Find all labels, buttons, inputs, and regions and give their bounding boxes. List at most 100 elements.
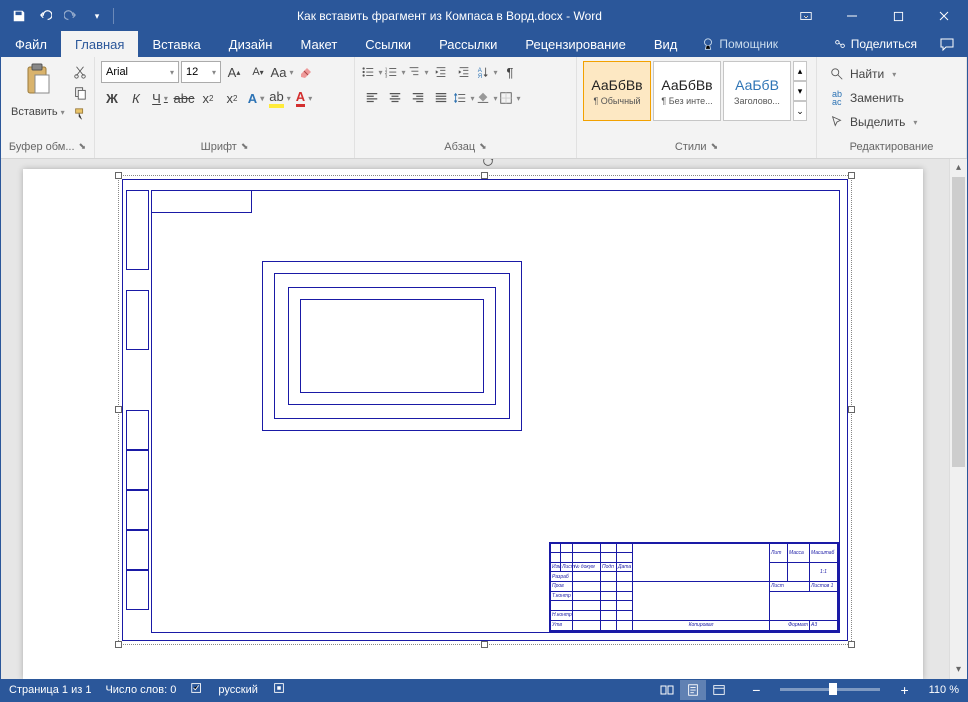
clear-formatting-button[interactable] [295, 61, 317, 83]
object-selection-frame[interactable]: ЛитМассаМасштаб ИзмЛист№ докумПодпДата1:… [118, 175, 852, 645]
status-language[interactable]: русский [218, 684, 257, 696]
tab-view[interactable]: Вид [640, 31, 692, 57]
tab-file[interactable]: Файл [1, 31, 61, 57]
tab-design[interactable]: Дизайн [215, 31, 287, 57]
underline-button[interactable]: Ч [149, 87, 171, 109]
status-spellcheck-icon[interactable] [190, 681, 204, 698]
rotate-handle[interactable] [481, 159, 488, 161]
cad-binding-column [126, 190, 149, 633]
cut-button[interactable] [71, 63, 89, 81]
justify-button[interactable] [430, 87, 452, 109]
tab-references[interactable]: Ссылки [351, 31, 425, 57]
subscript-button[interactable]: x2 [197, 87, 219, 109]
vertical-scrollbar[interactable]: ▴ ▾ [949, 159, 967, 679]
sort-button[interactable]: АЯ [476, 61, 498, 83]
resize-handle-tm[interactable] [481, 172, 488, 179]
line-spacing-button[interactable] [453, 87, 475, 109]
style-normal[interactable]: АаБбВв ¶ Обычный [583, 61, 651, 121]
tab-home[interactable]: Главная [61, 31, 138, 57]
view-read-button[interactable] [654, 680, 680, 700]
group-clipboard: Вставить Буфер обм...⬊ [1, 57, 95, 157]
resize-handle-bl[interactable] [115, 641, 122, 648]
bullets-button[interactable] [361, 61, 383, 83]
view-print-button[interactable] [680, 680, 706, 700]
comments-button[interactable] [927, 31, 967, 57]
align-center-button[interactable] [384, 87, 406, 109]
zoom-level[interactable]: 110 % [929, 684, 959, 696]
status-word-count[interactable]: Число слов: 0 [105, 684, 176, 696]
bold-button[interactable]: Ж [101, 87, 123, 109]
ribbon-options-button[interactable] [783, 1, 829, 31]
find-button[interactable]: Найти [825, 63, 921, 85]
status-page[interactable]: Страница 1 из 1 [9, 684, 91, 696]
group-paragraph: 123 АЯ ¶ Абзац⬊ [355, 57, 577, 157]
italic-button[interactable]: К [125, 87, 147, 109]
resize-handle-ml[interactable] [115, 406, 122, 413]
tab-layout[interactable]: Макет [286, 31, 351, 57]
zoom-slider[interactable] [780, 688, 880, 691]
minimize-button[interactable] [829, 1, 875, 31]
paste-button[interactable]: Вставить [7, 61, 69, 120]
styles-gallery-nav[interactable]: ▴▾⌄ [793, 61, 807, 121]
status-bar: Страница 1 из 1 Число слов: 0 русский − … [1, 679, 967, 701]
clipboard-launcher[interactable]: ⬊ [79, 141, 87, 152]
undo-button[interactable] [33, 4, 57, 28]
borders-button[interactable] [499, 87, 521, 109]
scroll-up-button[interactable]: ▴ [950, 159, 967, 177]
copy-button[interactable] [71, 84, 89, 102]
cad-center-rects [262, 261, 522, 431]
multilevel-button[interactable] [407, 61, 429, 83]
resize-handle-bm[interactable] [481, 641, 488, 648]
style-no-spacing[interactable]: АаБбВв ¶ Без инте... [653, 61, 721, 121]
zoom-out-button[interactable]: − [746, 682, 766, 698]
tab-mailings[interactable]: Рассылки [425, 31, 511, 57]
tab-insert[interactable]: Вставка [138, 31, 214, 57]
qat-customize-button[interactable]: ▾ [85, 4, 109, 28]
group-font: Arial▾ 12▾ A▴ A▾ Aa Ж К Ч abc x2 x2 A [95, 57, 355, 157]
tell-me-box[interactable]: Помощник [691, 31, 788, 57]
select-button[interactable]: Выделить [825, 111, 921, 133]
styles-launcher[interactable]: ⬊ [711, 141, 719, 152]
style-heading1[interactable]: АаБбВ Заголово... [723, 61, 791, 121]
resize-handle-tl[interactable] [115, 172, 122, 179]
numbering-button[interactable]: 123 [384, 61, 406, 83]
maximize-button[interactable] [875, 1, 921, 31]
font-name-select[interactable]: Arial▾ [101, 61, 179, 83]
show-marks-button[interactable]: ¶ [499, 61, 521, 83]
text-effects-button[interactable]: A [245, 87, 267, 109]
align-right-button[interactable] [407, 87, 429, 109]
tab-review[interactable]: Рецензирование [511, 31, 639, 57]
highlight-button[interactable]: ab [269, 87, 291, 109]
cad-top-left-cell [152, 191, 252, 213]
svg-text:Я: Я [478, 73, 482, 79]
decrease-indent-button[interactable] [430, 61, 452, 83]
status-macro-icon[interactable] [272, 681, 286, 698]
font-color-button[interactable]: A [293, 87, 315, 109]
grow-font-button[interactable]: A▴ [223, 61, 245, 83]
resize-handle-br[interactable] [848, 641, 855, 648]
redo-button[interactable] [59, 4, 83, 28]
superscript-button[interactable]: x2 [221, 87, 243, 109]
replace-button[interactable]: abacЗаменить [825, 87, 921, 109]
close-button[interactable] [921, 1, 967, 31]
zoom-in-button[interactable]: + [894, 682, 914, 698]
resize-handle-tr[interactable] [848, 172, 855, 179]
font-launcher[interactable]: ⬊ [241, 141, 249, 152]
shrink-font-button[interactable]: A▾ [247, 61, 269, 83]
view-web-button[interactable] [706, 680, 732, 700]
font-size-select[interactable]: 12▾ [181, 61, 221, 83]
scroll-down-button[interactable]: ▾ [950, 661, 967, 679]
save-button[interactable] [7, 4, 31, 28]
document-viewport[interactable]: ЛитМассаМасштаб ИзмЛист№ докумПодпДата1:… [1, 159, 949, 679]
scroll-thumb[interactable] [952, 177, 965, 467]
format-painter-button[interactable] [71, 105, 89, 123]
change-case-button[interactable]: Aa [271, 61, 293, 83]
strike-button[interactable]: abc [173, 87, 195, 109]
align-left-button[interactable] [361, 87, 383, 109]
shading-button[interactable] [476, 87, 498, 109]
quick-access-toolbar: ▾ [1, 4, 116, 28]
increase-indent-button[interactable] [453, 61, 475, 83]
share-button[interactable]: Поделиться [823, 31, 927, 57]
paragraph-launcher[interactable]: ⬊ [479, 141, 487, 152]
resize-handle-mr[interactable] [848, 406, 855, 413]
